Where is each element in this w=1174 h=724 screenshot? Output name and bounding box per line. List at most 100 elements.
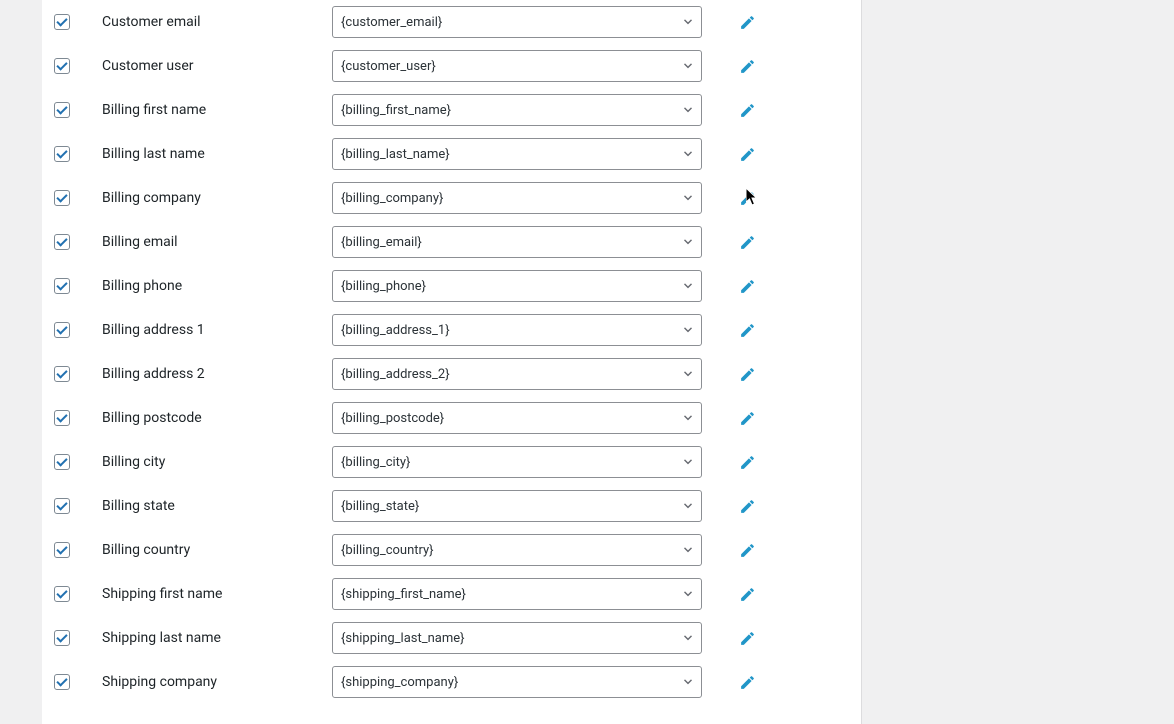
enable-checkbox[interactable] [54, 146, 70, 162]
field-label: Customer user [102, 58, 332, 74]
enable-checkbox[interactable] [54, 542, 70, 558]
checkbox-wrap [54, 278, 102, 294]
edit-button[interactable] [722, 58, 772, 75]
pencil-icon [739, 498, 756, 515]
edit-button[interactable] [722, 542, 772, 559]
pencil-icon [739, 454, 756, 471]
checkbox-wrap [54, 58, 102, 74]
field-label: Billing last name [102, 146, 332, 162]
chevron-down-icon [681, 631, 695, 645]
select-value: {billing_first_name} [341, 103, 451, 118]
field-value-select[interactable]: {billing_company} [332, 182, 702, 214]
chevron-down-icon [681, 103, 695, 117]
field-row: Billing company{billing_company} [42, 176, 861, 220]
select-value: {billing_address_1} [341, 323, 450, 338]
edit-button[interactable] [722, 278, 772, 295]
field-label: Shipping first name [102, 586, 332, 602]
edit-button[interactable] [722, 454, 772, 471]
select-value: {billing_country} [341, 543, 434, 558]
edit-button[interactable] [722, 674, 772, 691]
field-row: Billing postcode{billing_postcode} [42, 396, 861, 440]
field-row: Billing address 2{billing_address_2} [42, 352, 861, 396]
edit-button[interactable] [722, 146, 772, 163]
field-value-select[interactable]: {billing_first_name} [332, 94, 702, 126]
enable-checkbox[interactable] [54, 58, 70, 74]
chevron-down-icon [681, 675, 695, 689]
field-value-select[interactable]: {customer_user} [332, 50, 702, 82]
edit-button[interactable] [722, 366, 772, 383]
field-value-select[interactable]: {billing_email} [332, 226, 702, 258]
field-value-select[interactable]: {billing_country} [332, 534, 702, 566]
pencil-icon [739, 146, 756, 163]
edit-button[interactable] [722, 586, 772, 603]
enable-checkbox[interactable] [54, 410, 70, 426]
pencil-icon [739, 366, 756, 383]
chevron-down-icon [681, 411, 695, 425]
field-row: Shipping company{shipping_company} [42, 660, 861, 704]
enable-checkbox[interactable] [54, 630, 70, 646]
field-value-select[interactable]: {shipping_last_name} [332, 622, 702, 654]
enable-checkbox[interactable] [54, 498, 70, 514]
field-row: Billing phone{billing_phone} [42, 264, 861, 308]
enable-checkbox[interactable] [54, 190, 70, 206]
edit-button[interactable] [722, 322, 772, 339]
field-row: Customer user{customer_user} [42, 44, 861, 88]
checkbox-wrap [54, 146, 102, 162]
field-label: Billing phone [102, 278, 332, 294]
enable-checkbox[interactable] [54, 14, 70, 30]
edit-button[interactable] [722, 630, 772, 647]
enable-checkbox[interactable] [54, 366, 70, 382]
field-value-select[interactable]: {billing_address_1} [332, 314, 702, 346]
pencil-icon [739, 278, 756, 295]
field-value-select[interactable]: {billing_phone} [332, 270, 702, 302]
field-row: Billing country {billing_country} [42, 528, 861, 572]
field-value-select[interactable]: {billing_state} [332, 490, 702, 522]
field-label: Billing address 2 [102, 366, 332, 382]
field-value-select[interactable]: {shipping_first_name} [332, 578, 702, 610]
field-row: Customer email{customer_email} [42, 0, 861, 44]
checkbox-wrap [54, 586, 102, 602]
field-value-select[interactable]: {billing_city} [332, 446, 702, 478]
field-label: Billing postcode [102, 410, 332, 426]
checkbox-wrap [54, 454, 102, 470]
checkbox-wrap [54, 234, 102, 250]
field-value-select[interactable]: {shipping_company} [332, 666, 702, 698]
enable-checkbox[interactable] [54, 234, 70, 250]
chevron-down-icon [681, 279, 695, 293]
edit-button[interactable] [722, 234, 772, 251]
field-label: Billing first name [102, 102, 332, 118]
edit-button[interactable] [722, 102, 772, 119]
enable-checkbox[interactable] [54, 454, 70, 470]
checkbox-wrap [54, 410, 102, 426]
enable-checkbox[interactable] [54, 278, 70, 294]
enable-checkbox[interactable] [54, 586, 70, 602]
checkbox-wrap [54, 190, 102, 206]
edit-button[interactable] [722, 190, 772, 207]
field-value-select[interactable]: {customer_email} [332, 6, 702, 38]
field-value-select[interactable]: {billing_last_name} [332, 138, 702, 170]
enable-checkbox[interactable] [54, 102, 70, 118]
edit-button[interactable] [722, 498, 772, 515]
chevron-down-icon [681, 499, 695, 513]
field-label: Shipping last name [102, 630, 332, 646]
checkbox-wrap [54, 14, 102, 30]
pencil-icon [739, 630, 756, 647]
chevron-down-icon [681, 455, 695, 469]
field-value-select[interactable]: {billing_postcode} [332, 402, 702, 434]
chevron-down-icon [681, 543, 695, 557]
field-label: Billing country [102, 542, 332, 558]
field-row: Shipping last name{shipping_last_name} [42, 616, 861, 660]
pencil-icon [739, 58, 756, 75]
field-row: Billing state{billing_state} [42, 484, 861, 528]
select-value: {shipping_company} [341, 675, 458, 690]
field-value-select[interactable]: {billing_address_2} [332, 358, 702, 390]
chevron-down-icon [681, 235, 695, 249]
field-label: Customer email [102, 14, 332, 30]
edit-button[interactable] [722, 410, 772, 427]
pencil-icon [739, 322, 756, 339]
enable-checkbox[interactable] [54, 322, 70, 338]
enable-checkbox[interactable] [54, 674, 70, 690]
edit-button[interactable] [722, 14, 772, 31]
field-label: Billing state [102, 498, 332, 514]
field-label: Billing address 1 [102, 322, 332, 338]
